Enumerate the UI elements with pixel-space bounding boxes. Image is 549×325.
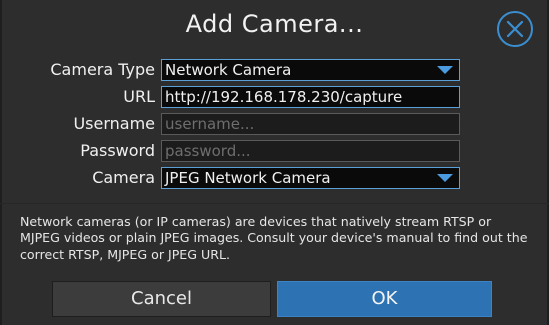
chevron-down-icon xyxy=(437,66,453,74)
camera-value: JPEG Network Camera xyxy=(165,169,331,187)
close-icon xyxy=(506,20,524,38)
url-row: URL http://192.168.178.230/capture xyxy=(0,86,549,108)
camera-type-value: Network Camera xyxy=(165,61,292,79)
url-input[interactable]: http://192.168.178.230/capture xyxy=(161,86,460,108)
username-label: Username xyxy=(73,114,155,133)
password-placeholder: password... xyxy=(165,142,251,160)
camera-label: Camera xyxy=(92,168,155,187)
camera-type-select[interactable]: Network Camera xyxy=(161,59,460,81)
password-input[interactable]: password... xyxy=(161,140,460,162)
url-value: http://192.168.178.230/capture xyxy=(165,88,403,106)
password-label: Password xyxy=(80,141,155,160)
dialog-left-edge xyxy=(0,0,2,325)
cancel-button[interactable]: Cancel xyxy=(52,281,271,317)
add-camera-dialog: Add Camera... Camera Type Network Camera… xyxy=(0,0,549,325)
dialog-title: Add Camera... xyxy=(185,10,364,38)
username-placeholder: username... xyxy=(165,115,255,133)
ok-button[interactable]: OK xyxy=(277,281,492,317)
camera-row: Camera JPEG Network Camera xyxy=(0,167,549,189)
camera-type-label: Camera Type xyxy=(50,60,155,79)
description-text: Network cameras (or IP cameras) are devi… xyxy=(20,214,528,262)
password-row: Password password... xyxy=(0,140,549,162)
url-label: URL xyxy=(123,87,155,106)
divider xyxy=(0,203,549,204)
username-row: Username username... xyxy=(0,113,549,135)
camera-select[interactable]: JPEG Network Camera xyxy=(161,167,460,189)
chevron-down-icon xyxy=(437,174,453,182)
camera-type-row: Camera Type Network Camera xyxy=(0,59,549,81)
close-button[interactable] xyxy=(497,11,533,47)
username-input[interactable]: username... xyxy=(161,113,460,135)
